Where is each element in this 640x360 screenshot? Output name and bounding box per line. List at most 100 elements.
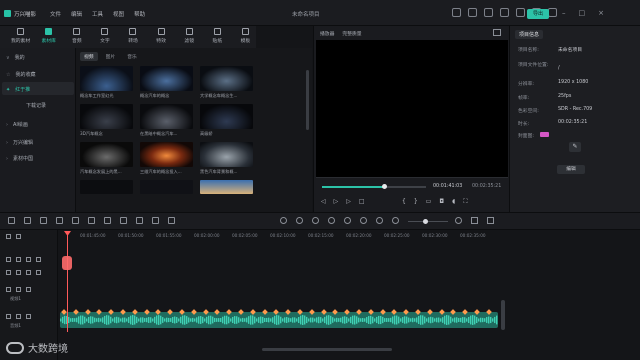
media-card[interactable]: 汽车概念发展上的黑... xyxy=(80,142,133,175)
media-card[interactable] xyxy=(140,180,193,194)
bulb-icon[interactable] xyxy=(452,8,461,17)
next-frame-icon[interactable]: ▷ xyxy=(346,198,351,205)
menu-help[interactable]: 帮助 xyxy=(134,10,145,18)
media-card[interactable]: 大学概念车概念生... xyxy=(200,66,253,99)
mute-icon[interactable] xyxy=(36,257,41,262)
headset-icon[interactable] xyxy=(468,8,477,17)
delete-icon[interactable] xyxy=(56,217,63,224)
grid-icon[interactable] xyxy=(8,217,15,224)
media-card[interactable]: 黑色汽车背景和概... xyxy=(200,142,253,175)
media-scrollbar[interactable] xyxy=(306,70,309,130)
media-card[interactable]: 概念车工作室幻光 xyxy=(80,66,133,99)
media-card[interactable]: 在黑暗中概念汽车... xyxy=(140,104,193,137)
display-icon[interactable]: ▭ xyxy=(426,198,432,206)
subtab-music[interactable]: 音乐 xyxy=(123,52,141,61)
tab-text[interactable]: 文字 xyxy=(94,26,115,48)
tab-transition[interactable]: 转场 xyxy=(122,26,143,48)
mic-icon[interactable] xyxy=(312,217,319,224)
edit-button[interactable]: 编辑 xyxy=(557,165,585,174)
timeline-h-scrollbar[interactable] xyxy=(262,348,392,351)
tab-effects[interactable]: 特效 xyxy=(151,26,172,48)
tab-project-info[interactable]: 项目信息 xyxy=(515,30,544,39)
zoom-handle[interactable] xyxy=(423,219,428,224)
lock-icon[interactable] xyxy=(16,287,21,292)
maximize-icon[interactable]: □ xyxy=(579,9,586,17)
progress-handle[interactable] xyxy=(381,184,387,189)
volume-icon[interactable]: ◖ xyxy=(452,198,455,206)
menu-tools[interactable]: 工具 xyxy=(92,10,103,18)
grid-view-icon[interactable] xyxy=(471,217,478,224)
eye-icon[interactable] xyxy=(26,287,31,292)
volume-icon[interactable] xyxy=(26,314,31,319)
lock-icon[interactable] xyxy=(16,257,21,262)
tab-stock[interactable]: 素材库 xyxy=(38,26,59,48)
download-icon[interactable] xyxy=(548,8,557,17)
tab-template[interactable]: 模板 xyxy=(235,26,256,48)
sidebar-item-china[interactable]: › 素材中国 xyxy=(6,155,33,163)
tab-filter[interactable]: 滤镜 xyxy=(179,26,200,48)
lock-icon[interactable] xyxy=(16,314,21,319)
cloud-icon[interactable] xyxy=(500,8,509,17)
link-icon[interactable] xyxy=(16,234,21,239)
zoom-in-icon[interactable] xyxy=(455,217,462,224)
ai-icon[interactable] xyxy=(344,217,351,224)
text-icon[interactable] xyxy=(104,217,111,224)
sticker-icon[interactable] xyxy=(360,217,367,224)
add-track-icon[interactable] xyxy=(6,234,11,239)
grid-icon[interactable] xyxy=(516,8,525,17)
subtab-video[interactable]: 视频 xyxy=(80,52,98,61)
prev-frame-icon[interactable]: ◁ xyxy=(321,198,326,205)
list-view-icon[interactable] xyxy=(487,217,494,224)
speed-icon[interactable] xyxy=(136,217,143,224)
tab-sticker[interactable]: 贴纸 xyxy=(207,26,228,48)
media-card[interactable] xyxy=(80,180,133,194)
mute-icon[interactable] xyxy=(36,270,41,275)
minimize-icon[interactable]: – xyxy=(562,9,566,17)
subtab-image[interactable]: 图片 xyxy=(102,52,120,61)
mask-icon[interactable] xyxy=(152,217,159,224)
cut-icon[interactable] xyxy=(72,217,79,224)
marker-icon[interactable] xyxy=(376,217,383,224)
sidebar-item-wondershare[interactable]: › 万兴编辑 xyxy=(6,139,33,147)
audio-icon[interactable] xyxy=(88,217,95,224)
media-card[interactable]: 3D汽车概念 xyxy=(80,104,133,137)
sidebar-item-mine[interactable]: ∨ 我的 xyxy=(6,54,25,62)
eye-icon[interactable] xyxy=(26,257,31,262)
more-icon[interactable] xyxy=(168,217,175,224)
snapshot-icon[interactable] xyxy=(493,29,501,36)
sidebar-item-downloads[interactable]: 下载记录 xyxy=(26,102,46,109)
menu-view[interactable]: 视图 xyxy=(113,10,124,18)
timeline-v-scrollbar[interactable] xyxy=(501,300,505,330)
gift-icon[interactable] xyxy=(484,8,493,17)
sidebar-item-recommend[interactable]: ✦ 红于推 xyxy=(6,86,30,94)
zoom-out-icon[interactable] xyxy=(392,217,399,224)
mark-out-icon[interactable]: } xyxy=(414,198,418,206)
close-icon[interactable]: × xyxy=(598,9,604,17)
sidebar-item-favorites[interactable]: ☆ 我的收藏 xyxy=(6,71,36,79)
menu-edit[interactable]: 编辑 xyxy=(71,10,82,18)
undo-icon[interactable] xyxy=(24,217,31,224)
menu-file[interactable]: 文件 xyxy=(50,10,61,18)
mark-in-icon[interactable]: { xyxy=(402,198,406,206)
play-icon[interactable]: ▷ xyxy=(334,198,339,205)
media-card[interactable]: 高级轿 xyxy=(200,104,253,137)
redo-icon[interactable] xyxy=(40,217,47,224)
edit-cover-icon[interactable]: ✎ xyxy=(569,142,581,152)
player-quality-select[interactable]: 完整质量 xyxy=(342,30,361,37)
stop-icon[interactable]: □ xyxy=(359,198,365,205)
lock-icon[interactable] xyxy=(16,270,21,275)
stack-icon[interactable] xyxy=(328,217,335,224)
audio-clip[interactable] xyxy=(60,312,498,328)
player-mode-select[interactable]: 播放器 xyxy=(320,30,334,37)
media-card[interactable]: 三维汽车的概念投入... xyxy=(140,142,193,175)
tab-my-media[interactable]: 我的素材 xyxy=(10,26,31,48)
tab-audio[interactable]: 音频 xyxy=(66,26,87,48)
shield-icon[interactable] xyxy=(296,217,303,224)
playhead[interactable] xyxy=(67,232,68,332)
snap-icon[interactable] xyxy=(280,217,287,224)
media-card[interactable]: 概念汽车的概念 xyxy=(140,66,193,99)
media-card[interactable] xyxy=(200,180,253,194)
zoom-slider[interactable] xyxy=(408,221,448,222)
split-marker[interactable] xyxy=(62,256,72,270)
export-button[interactable]: 导出 xyxy=(527,9,549,19)
